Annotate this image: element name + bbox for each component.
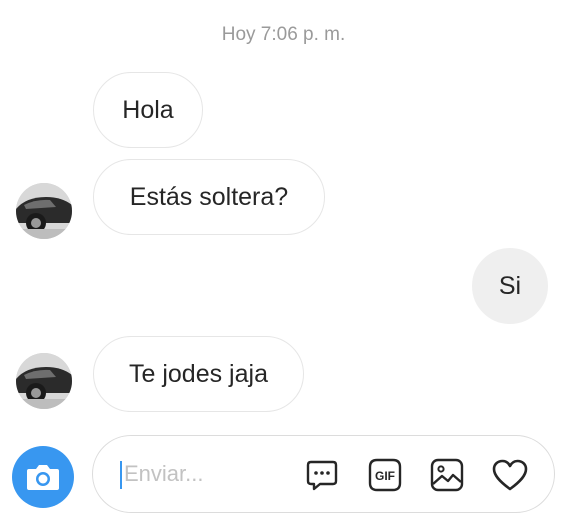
camera-icon (27, 465, 59, 490)
heart-icon (492, 459, 528, 491)
dm-thread-screen: Hoy 7:06 p. m. Hola Estás soltera? Si Te… (0, 0, 567, 532)
car-photo-icon (16, 353, 72, 409)
thread-timestamp: Hoy 7:06 p. m. (221, 24, 346, 45)
car-photo-icon (16, 183, 72, 239)
camera-button[interactable] (12, 446, 74, 508)
text-cursor (120, 461, 122, 489)
message-bubble-outgoing[interactable]: Si (472, 248, 548, 324)
message-bubble-incoming[interactable]: Estás soltera? (93, 159, 325, 235)
avatar[interactable] (16, 183, 72, 239)
message-text: Te jodes jaja (129, 359, 268, 388)
message-text: Hola (122, 95, 174, 124)
gallery-icon (430, 458, 464, 492)
message-input-placeholder[interactable]: Enviar... (124, 461, 203, 487)
quick-reply-button[interactable] (302, 455, 342, 495)
gif-button[interactable]: GIF (365, 455, 405, 495)
like-button[interactable] (490, 455, 530, 495)
message-bubble-incoming[interactable]: Hola (93, 72, 203, 148)
message-text: Estás soltera? (129, 182, 289, 211)
gallery-button[interactable] (427, 455, 467, 495)
gif-icon: GIF (368, 458, 402, 492)
message-text: Si (498, 271, 522, 300)
message-composer[interactable]: Enviar... GIF (92, 435, 555, 513)
avatar[interactable] (16, 353, 72, 409)
svg-text:GIF: GIF (375, 469, 395, 483)
quick-reply-icon (306, 460, 338, 491)
message-bubble-incoming[interactable]: Te jodes jaja (93, 336, 304, 412)
